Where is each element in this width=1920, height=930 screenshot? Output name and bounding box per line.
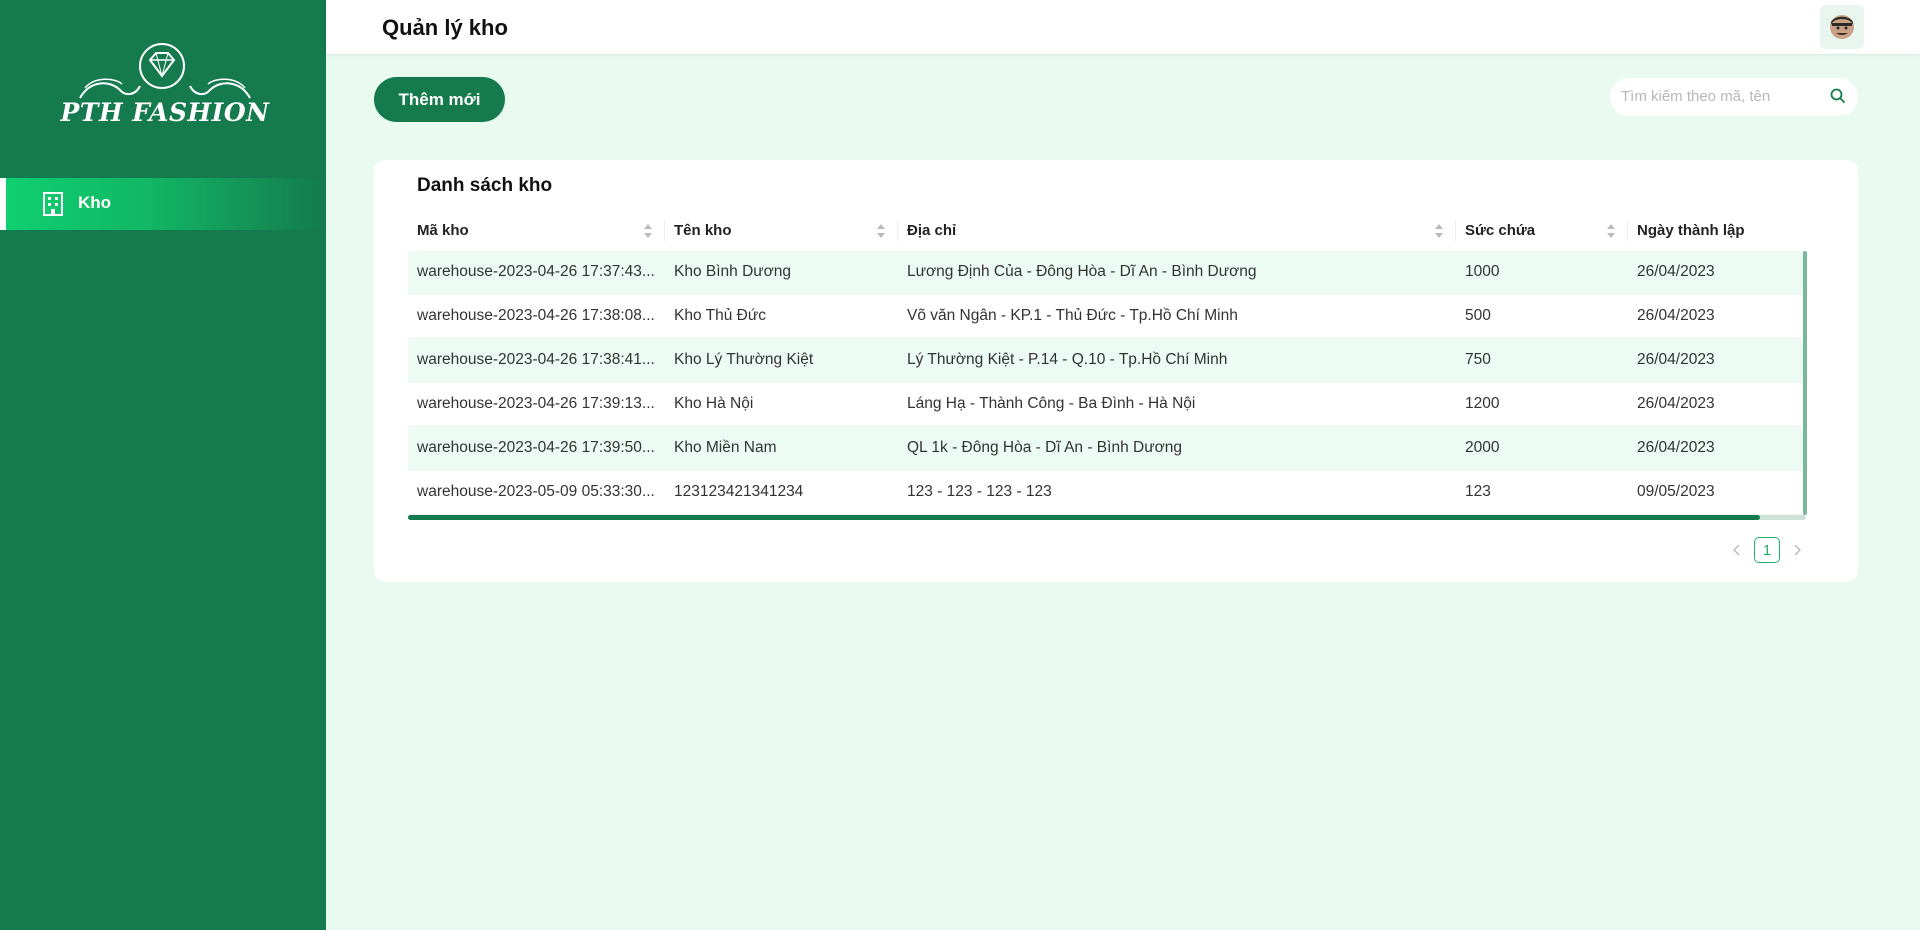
table-header: Mã kho Tên kho Địa chỉ Sức chứa Ngày thà (408, 210, 1806, 251)
table-row[interactable]: warehouse-2023-04-26 17:38:41... Kho Lý … (408, 339, 1806, 383)
cell-ma-kho: warehouse-2023-04-26 17:39:13... (417, 395, 655, 412)
cell-ngay-thanh-lap: 26/04/2023 (1637, 307, 1715, 324)
cell-dia-chi: Võ văn Ngân - KP.1 - Thủ Đức - Tp.Hồ Chí… (907, 307, 1238, 324)
cell-ngay-thanh-lap: 26/04/2023 (1637, 351, 1715, 368)
column-header-label: Tên kho (674, 222, 732, 239)
cell-suc-chua: 2000 (1465, 439, 1500, 456)
table-row[interactable]: warehouse-2023-05-09 05:33:30... 1231234… (408, 471, 1806, 515)
column-header-label: Ngày thành lập (1637, 222, 1745, 239)
cell-ma-kho: warehouse-2023-04-26 17:38:41... (417, 351, 655, 368)
sidebar-item-label: Kho (78, 193, 112, 212)
building-icon (43, 192, 63, 216)
column-header-ma-kho[interactable]: Mã kho (408, 210, 665, 251)
table-row[interactable]: warehouse-2023-04-26 17:39:50... Kho Miề… (408, 427, 1806, 471)
cell-ma-kho: warehouse-2023-04-26 17:38:08... (417, 307, 655, 324)
card-title: Danh sách kho (417, 175, 553, 196)
search-box[interactable]: Tìm kiếm theo mã, tên (1610, 78, 1858, 116)
cell-ten-kho: Kho Bình Dương (674, 263, 792, 280)
table-row[interactable]: warehouse-2023-04-26 17:39:13... Kho Hà … (408, 383, 1806, 427)
search-icon[interactable] (1830, 88, 1846, 104)
cell-ngay-thanh-lap: 09/05/2023 (1637, 483, 1715, 500)
page-title: Quản lý kho (382, 15, 508, 40)
active-indicator (0, 178, 6, 230)
cell-ten-kho: 123123421341234 (674, 483, 804, 500)
horizontal-scrollbar[interactable] (408, 515, 1760, 520)
cell-ngay-thanh-lap: 26/04/2023 (1637, 263, 1715, 280)
sidebar-item-kho[interactable]: Kho (0, 178, 326, 230)
avatar-icon (1830, 15, 1854, 39)
column-header-label: Sức chứa (1465, 222, 1536, 239)
chevron-right-icon (1794, 544, 1801, 556)
cell-dia-chi: QL 1k - Đông Hòa - Dĩ An - Bình Dương (907, 439, 1182, 456)
cell-ma-kho: warehouse-2023-04-26 17:37:43... (417, 263, 655, 280)
next-page-button[interactable] (1790, 538, 1804, 562)
column-header-label: Địa chỉ (907, 222, 957, 239)
column-header-ten-kho[interactable]: Tên kho (665, 210, 898, 251)
cell-dia-chi: Lương Định Của - Đông Hòa - Dĩ An - Bình… (907, 263, 1257, 280)
cell-dia-chi: 123 - 123 - 123 - 123 (907, 483, 1052, 500)
sort-icon[interactable] (1434, 223, 1444, 239)
cell-ten-kho: Kho Miền Nam (674, 439, 777, 456)
sort-icon[interactable] (1606, 223, 1616, 239)
table-body: warehouse-2023-04-26 17:37:43... Kho Bìn… (408, 251, 1806, 515)
sort-icon[interactable] (876, 223, 886, 239)
brand-logo[interactable]: PTH FASHION (60, 40, 270, 140)
cell-ten-kho: Kho Lý Thường Kiệt (674, 351, 814, 368)
prev-page-button[interactable] (1730, 538, 1744, 562)
vertical-scrollbar[interactable] (1803, 251, 1807, 515)
table-row[interactable]: warehouse-2023-04-26 17:37:43... Kho Bìn… (408, 251, 1806, 295)
table-row[interactable]: warehouse-2023-04-26 17:38:08... Kho Thủ… (408, 295, 1806, 339)
add-new-button[interactable]: Thêm mới (374, 77, 505, 122)
column-header-ngay-thanh-lap: Ngày thành lập (1628, 210, 1806, 251)
cell-ten-kho: Kho Thủ Đức (674, 307, 766, 324)
pagination: 1 (1730, 537, 1804, 563)
top-bar: Quản lý kho (326, 0, 1920, 54)
column-header-suc-chua[interactable]: Sức chứa (1456, 210, 1628, 251)
cell-ma-kho: warehouse-2023-05-09 05:33:30... (417, 483, 655, 500)
cell-dia-chi: Lý Thường Kiệt - P.14 - Q.10 - Tp.Hồ Chí… (907, 351, 1228, 368)
cell-ngay-thanh-lap: 26/04/2023 (1637, 395, 1715, 412)
cell-suc-chua: 123 (1465, 483, 1491, 500)
cell-ngay-thanh-lap: 26/04/2023 (1637, 439, 1715, 456)
avatar[interactable] (1820, 5, 1864, 49)
cell-ten-kho: Kho Hà Nội (674, 395, 754, 412)
warehouse-list-card: Danh sách kho Mã kho Tên kho Địa chỉ Sức… (374, 160, 1858, 582)
column-header-dia-chi[interactable]: Địa chỉ (898, 210, 1456, 251)
cell-suc-chua: 1200 (1465, 395, 1500, 412)
search-input[interactable]: Tìm kiếm theo mã, tên (1621, 88, 1770, 105)
brand-name: PTH FASHION (60, 98, 270, 127)
column-header-label: Mã kho (417, 222, 469, 239)
chevron-left-icon (1733, 544, 1740, 556)
cell-suc-chua: 1000 (1465, 263, 1500, 280)
cell-dia-chi: Láng Hạ - Thành Công - Ba Đình - Hà Nội (907, 395, 1196, 412)
cell-ma-kho: warehouse-2023-04-26 17:39:50... (417, 439, 655, 456)
sidebar: PTH FASHION Kho (0, 0, 326, 930)
sort-icon[interactable] (643, 223, 653, 239)
page-number-current[interactable]: 1 (1754, 537, 1780, 563)
cell-suc-chua: 500 (1465, 307, 1491, 324)
cell-suc-chua: 750 (1465, 351, 1491, 368)
